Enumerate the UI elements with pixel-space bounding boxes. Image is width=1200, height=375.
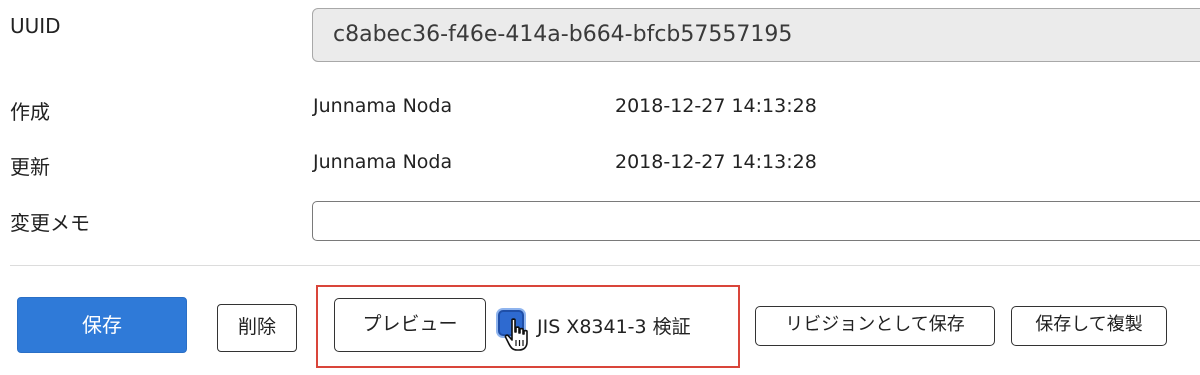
memo-label: 変更メモ xyxy=(10,211,90,235)
created-datetime: 2018-12-27 14:13:28 xyxy=(615,95,817,117)
hand-cursor-icon xyxy=(504,318,528,351)
preview-button[interactable]: プレビュー xyxy=(334,298,486,352)
divider xyxy=(10,265,1200,266)
created-user: Junnama Noda xyxy=(313,95,453,117)
updated-user: Junnama Noda xyxy=(313,151,453,173)
save-as-revision-button[interactable]: リビジョンとして保存 xyxy=(755,306,995,346)
delete-button[interactable]: 削除 xyxy=(217,304,297,352)
uuid-label: UUID xyxy=(10,14,61,38)
updated-datetime: 2018-12-27 14:13:28 xyxy=(615,151,817,173)
memo-input[interactable] xyxy=(312,201,1200,241)
uuid-field: c8abec36-f46e-414a-b664-bfcb57557195 xyxy=(312,8,1200,62)
updated-label: 更新 xyxy=(10,155,50,179)
created-label: 作成 xyxy=(10,100,50,124)
jis-check-label[interactable]: JIS X8341-3 検証 xyxy=(537,312,691,339)
save-and-duplicate-button[interactable]: 保存して複製 xyxy=(1011,306,1167,346)
save-button[interactable]: 保存 xyxy=(17,297,187,353)
